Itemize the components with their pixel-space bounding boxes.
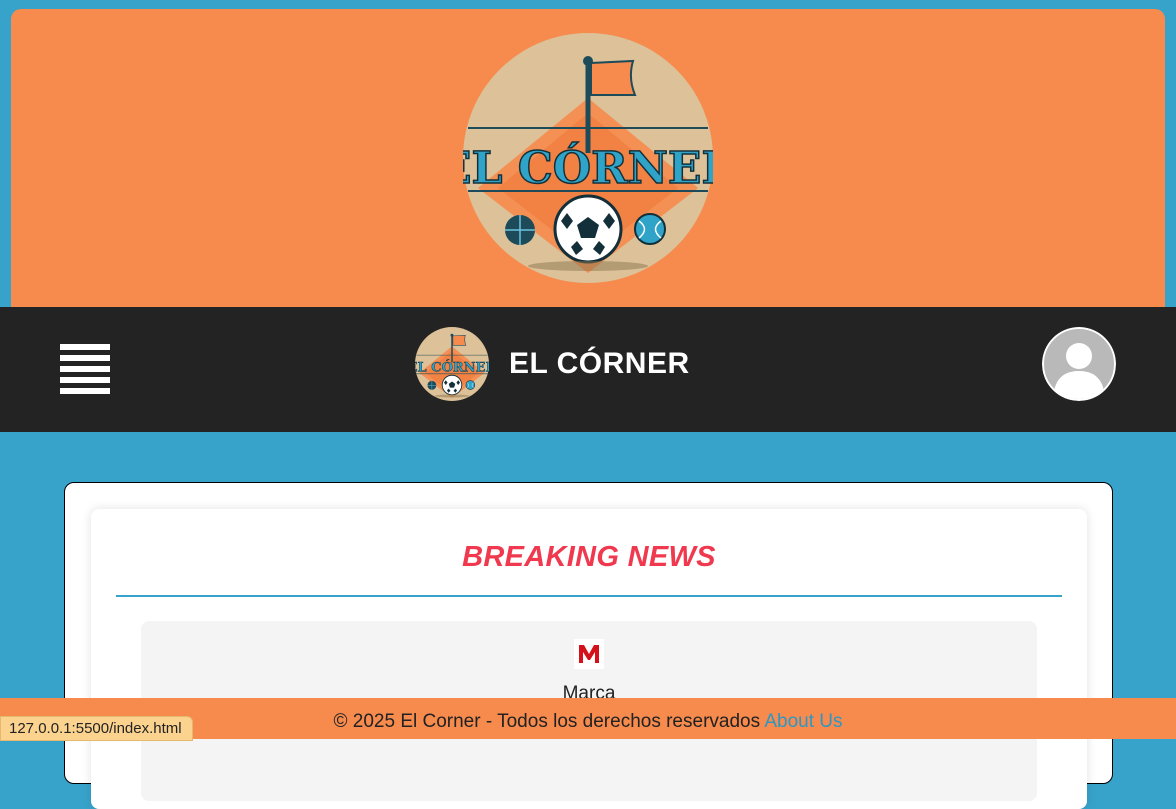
- footer-copyright: © 2025 El Corner - Todos los derechos re…: [333, 711, 765, 732]
- hamburger-menu-icon[interactable]: [60, 344, 110, 394]
- navbar: EL CÓRNER: [0, 307, 1176, 432]
- marca-logo-icon: [574, 639, 604, 669]
- nav-title: EL CÓRNER: [509, 347, 690, 380]
- el-corner-logo-icon: [463, 33, 713, 283]
- el-corner-logo-small-icon: [415, 327, 489, 401]
- header-banner: [11, 9, 1165, 307]
- heading-divider: [116, 595, 1062, 597]
- breaking-news-heading: BREAKING NEWS: [462, 541, 716, 573]
- user-avatar-icon[interactable]: [1042, 327, 1116, 401]
- news-panel: BREAKING NEWS Marca: [91, 509, 1087, 809]
- status-bar-url: 127.0.0.1:5500/index.html: [0, 716, 193, 741]
- about-us-link[interactable]: About Us: [764, 711, 842, 732]
- nav-brand[interactable]: EL CÓRNER: [415, 326, 690, 402]
